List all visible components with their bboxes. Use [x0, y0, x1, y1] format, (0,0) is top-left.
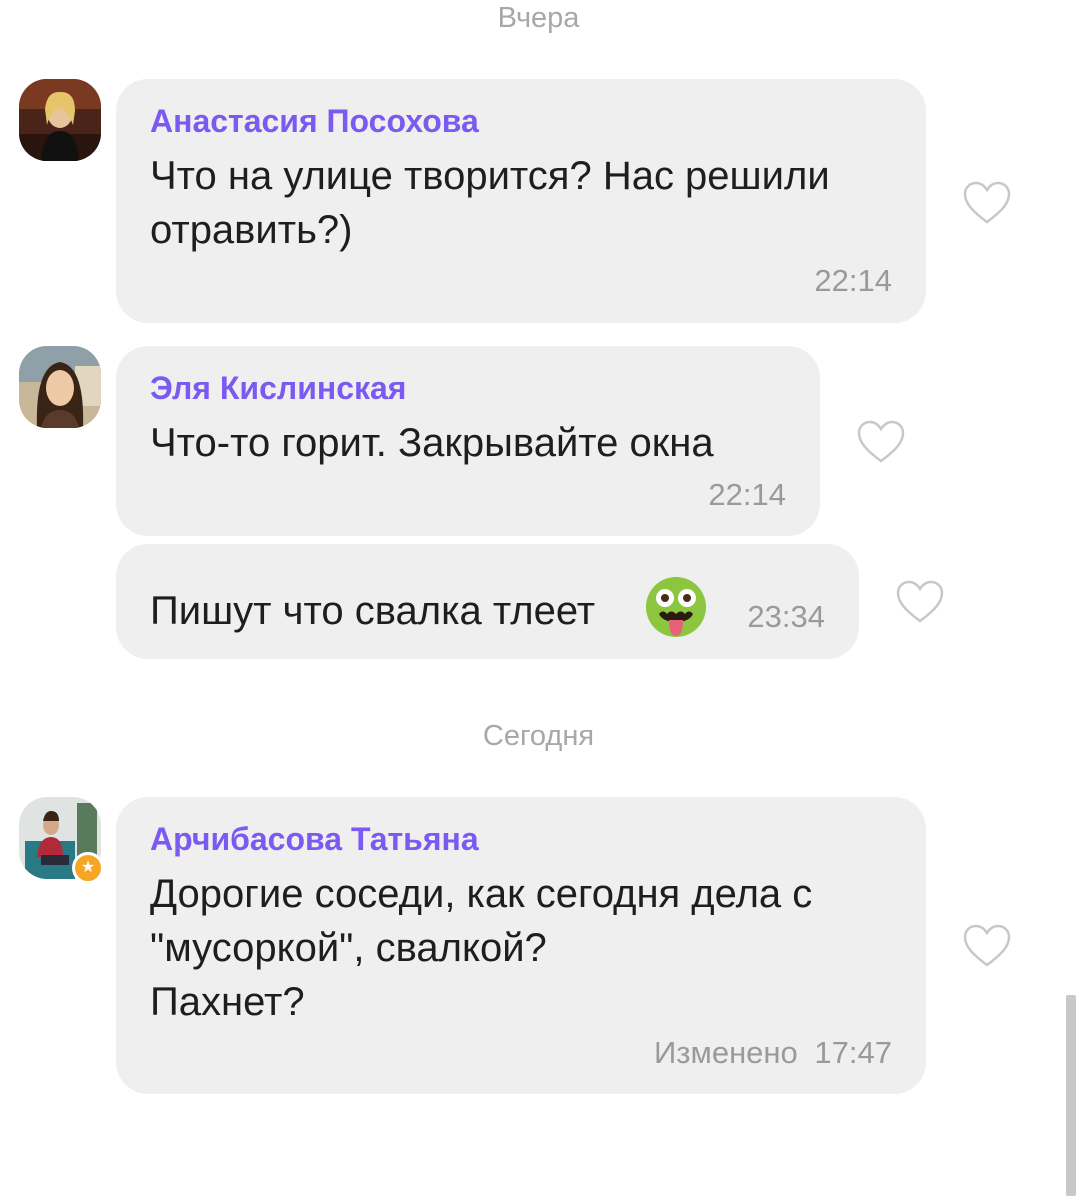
nauseated-face-emoji-icon	[646, 577, 706, 637]
message-timestamp: Изменено 17:47	[654, 1035, 892, 1071]
message-timestamp: 22:14	[814, 263, 892, 298]
avatar-anastasia[interactable]	[19, 79, 101, 161]
avatar-photo	[19, 346, 101, 428]
edited-label: Изменено	[654, 1035, 798, 1070]
message-timestamp: 22:14	[708, 477, 786, 512]
time-value: 17:47	[814, 1035, 892, 1070]
chat-message-list[interactable]: Вчера Анастасия Посохова Что на улице тв…	[0, 0, 1077, 1196]
scrollbar-thumb[interactable]	[1066, 995, 1076, 1196]
message-bubble[interactable]: Пишут что свалка тлеет 23:34	[116, 544, 859, 659]
message-bubble[interactable]: Анастасия Посохова Что на улице творится…	[116, 79, 926, 323]
message-bubble[interactable]: Арчибасова Татьяна Дорогие соседи, как с…	[116, 797, 926, 1094]
sender-name[interactable]: Эля Кислинская	[150, 370, 406, 407]
heart-like-icon[interactable]	[856, 419, 906, 465]
message-text-line: "мусоркой", свалкой?	[150, 926, 547, 970]
message-text-line: Дорогие соседи, как сегодня дела с	[150, 872, 813, 916]
avatar-elya[interactable]	[19, 346, 101, 428]
heart-like-icon[interactable]	[962, 180, 1012, 226]
date-separator-today: Сегодня	[482, 720, 595, 752]
heart-like-icon[interactable]	[962, 923, 1012, 969]
sender-name[interactable]: Анастасия Посохова	[150, 103, 479, 140]
message-timestamp: 23:34	[747, 599, 825, 634]
message-text-line: Что-то горит. Закрывайте окна	[150, 421, 714, 465]
sender-name[interactable]: Арчибасова Татьяна	[150, 821, 479, 858]
message-text-line: Пахнет?	[150, 980, 305, 1024]
message-text-line: Что на улице творится? Нас решили	[150, 154, 830, 198]
message-text-line: отравить?)	[150, 208, 353, 252]
message-bubble[interactable]: Эля Кислинская Что-то горит. Закрывайте …	[116, 346, 820, 536]
heart-like-icon[interactable]	[895, 579, 945, 625]
star-badge-icon: ★	[72, 852, 104, 884]
date-separator-yesterday: Вчера	[497, 2, 580, 34]
message-text-line: Пишут что свалка тлеет	[150, 589, 596, 633]
avatar-photo	[19, 79, 101, 161]
